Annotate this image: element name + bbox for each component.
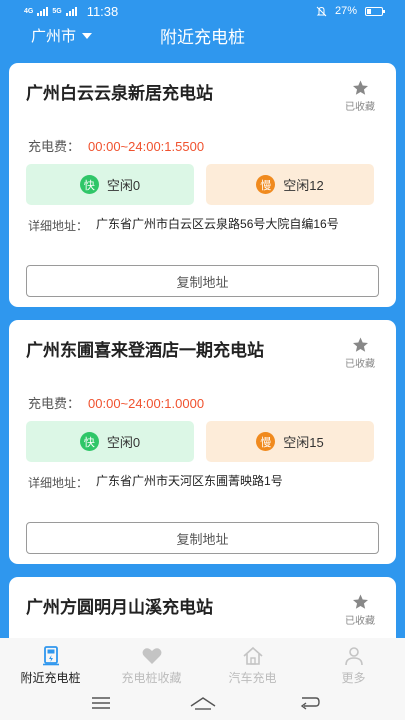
back-icon[interactable] — [298, 695, 320, 711]
fast-charger-status: 快 空闲0 — [26, 421, 194, 462]
clock: 11:38 — [86, 4, 119, 19]
address-label: 详细地址： — [28, 219, 89, 233]
tab-label: 汽车充电 — [228, 671, 277, 685]
tab-label: 更多 — [341, 671, 366, 685]
slow-idle-count: 空闲12 — [283, 178, 324, 193]
tab-nearby-chargers[interactable]: 附近充电桩 — [0, 638, 101, 688]
fast-charger-status: 快 空闲0 — [26, 164, 194, 205]
heart-icon — [142, 648, 161, 664]
favorite-button[interactable]: 已收藏 — [341, 79, 379, 113]
fee-row: 充电费： 00:00~24:00:1.0000 — [28, 393, 204, 412]
station-card[interactable]: 广州方圆明月山溪充电站 已收藏 — [9, 577, 396, 638]
battery-icon — [365, 6, 385, 16]
address-value: 广东省广州市天河区东圃菁映路1号 — [96, 474, 283, 488]
tab-label: 充电桩收藏 — [121, 671, 182, 685]
status-bar: 4G 5G 11:38 27% — [0, 0, 405, 24]
fee-label: 充电费： — [28, 139, 81, 154]
fast-idle-count: 空闲0 — [106, 178, 141, 193]
app-header: 4G 5G 11:38 27% 广州市 附近充电桩 — [0, 0, 405, 54]
fee-value: 00:00~24:00:1.5500 — [88, 139, 205, 154]
tab-car-charging[interactable]: 汽车充电 — [202, 638, 303, 688]
address-row: 详细地址： 广东省广州市天河区东圃菁映路1号 — [28, 474, 376, 491]
signal-icon-2 — [65, 7, 77, 16]
slow-idle-count: 空闲15 — [283, 435, 324, 450]
favorite-button[interactable]: 已收藏 — [341, 336, 379, 370]
fast-idle-count: 空闲0 — [106, 435, 141, 450]
network-type-5g: 5G — [52, 8, 62, 15]
slow-charger-status: 慢 空闲12 — [206, 164, 374, 205]
fast-badge: 快 — [79, 175, 99, 194]
address-label: 详细地址： — [28, 476, 89, 490]
copy-address-button[interactable]: 复制地址 — [26, 522, 379, 554]
copy-address-button[interactable]: 复制地址 — [26, 265, 379, 297]
favorite-label: 已收藏 — [345, 102, 375, 113]
station-name: 广州白云云泉新居充电站 — [26, 84, 213, 103]
favorite-label: 已收藏 — [345, 359, 375, 370]
mute-icon — [316, 6, 327, 16]
station-card[interactable]: 广州东圃喜来登酒店一期充电站 已收藏 充电费： 00:00~24:00:1.000… — [9, 320, 396, 564]
home-icon — [242, 646, 263, 665]
star-icon — [352, 594, 368, 609]
charger-icon — [42, 646, 59, 666]
menu-icon[interactable] — [91, 695, 111, 711]
slow-badge: 慢 — [256, 432, 276, 451]
station-name: 广州方圆明月山溪充电站 — [26, 598, 213, 617]
tab-label: 附近充电桩 — [20, 671, 81, 685]
star-icon — [352, 337, 368, 352]
favorite-label: 已收藏 — [345, 616, 375, 627]
bottom-tab-bar: 附近充电桩 充电桩收藏 汽车充电 更多 — [0, 638, 405, 688]
address-row: 详细地址： 广东省广州市白云区云泉路56号大院自编16号 — [28, 217, 376, 234]
user-icon — [344, 647, 363, 666]
address-value: 广东省广州市白云区云泉路56号大院自编16号 — [96, 217, 339, 231]
fee-row: 充电费： 00:00~24:00:1.5500 — [28, 136, 204, 155]
slow-badge: 慢 — [256, 175, 276, 194]
station-name: 广州东圃喜来登酒店一期充电站 — [26, 341, 264, 360]
tab-favorites[interactable]: 充电桩收藏 — [101, 638, 202, 688]
system-nav-bar — [0, 688, 405, 720]
home-nav-icon[interactable] — [189, 695, 217, 711]
network-type-4g: 4G — [24, 8, 34, 15]
signal-icon — [37, 7, 49, 16]
favorite-button[interactable]: 已收藏 — [341, 593, 379, 627]
star-icon — [352, 80, 368, 95]
station-card[interactable]: 广州白云云泉新居充电站 已收藏 充电费： 00:00~24:00:1.5500 快… — [9, 63, 396, 307]
tab-more[interactable]: 更多 — [303, 638, 404, 688]
station-list[interactable]: 广州白云云泉新居充电站 已收藏 充电费： 00:00~24:00:1.5500 快… — [0, 54, 405, 638]
fee-label: 充电费： — [28, 396, 81, 411]
fee-value: 00:00~24:00:1.0000 — [88, 396, 205, 411]
slow-charger-status: 慢 空闲15 — [206, 421, 374, 462]
battery-percent: 27% — [334, 5, 357, 17]
page-title: 附近充电桩 — [160, 28, 245, 47]
fast-badge: 快 — [79, 432, 99, 451]
